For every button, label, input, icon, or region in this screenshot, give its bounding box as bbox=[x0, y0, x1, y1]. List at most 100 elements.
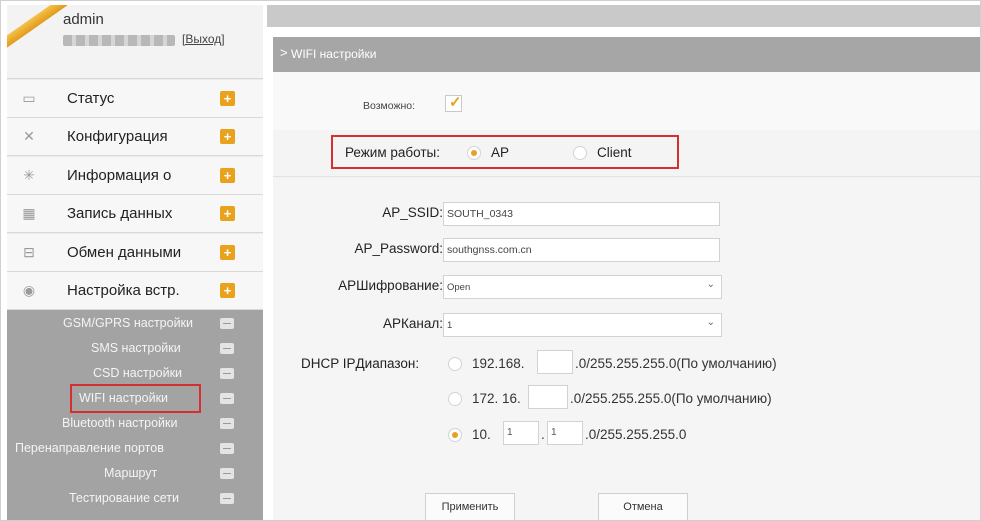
submenu-item-network-test[interactable]: Тестирование сети bbox=[7, 487, 263, 511]
mode-row: Режим работы: AP Client bbox=[273, 130, 980, 177]
channel-value: 1 bbox=[447, 320, 453, 331]
dhcp-192-octet-input[interactable] bbox=[537, 350, 573, 374]
collapse-minus-icon bbox=[220, 493, 234, 504]
sidebar-item-label: Запись данных bbox=[67, 205, 173, 222]
submenu-item-sms[interactable]: SMS настройки bbox=[7, 337, 263, 361]
encryption-select[interactable]: Open ⌄ bbox=[443, 275, 722, 299]
corner-ribbon-icon bbox=[7, 5, 67, 65]
dhcp-10-octet1-input[interactable]: 1 bbox=[503, 421, 539, 445]
submenu-item-label: Тестирование сети bbox=[69, 491, 180, 505]
sidebar-item-data-exchange[interactable]: ⊟ Обмен данными + bbox=[7, 234, 263, 272]
dhcp-172-suffix: .0/255.255.255.0(По умолчанию) bbox=[570, 391, 772, 406]
sidebar-item-data-recording[interactable]: ▦ Запись данных + bbox=[7, 195, 263, 233]
submenu-item-gsm-gprs[interactable]: GSM/GPRS настройки bbox=[7, 312, 263, 336]
submenu-item-label: GSM/GPRS настройки bbox=[63, 316, 194, 330]
chevron-down-icon: ⌄ bbox=[706, 279, 715, 290]
mode-highlight-box: Режим работы: AP Client bbox=[331, 135, 679, 169]
submenu-item-label: Маршрут bbox=[104, 466, 158, 480]
sidebar-item-label: Конфигурация bbox=[67, 128, 168, 145]
sidebar-item-embedded-settings[interactable]: ◉ Настройка встр. + bbox=[7, 272, 263, 310]
exchange-icon: ⊟ bbox=[23, 244, 35, 260]
submenu-item-label: CSD настройки bbox=[93, 366, 183, 380]
ssid-input[interactable]: SOUTH_0343 bbox=[443, 202, 720, 226]
sidebar: admin [Выход] ▭ Статус + ✕ Конфигурация … bbox=[7, 5, 263, 520]
collapse-minus-icon bbox=[220, 368, 234, 379]
app-window: admin [Выход] ▭ Статус + ✕ Конфигурация … bbox=[0, 0, 981, 521]
apply-button[interactable]: Применить bbox=[425, 493, 515, 520]
dhcp-radio-172[interactable] bbox=[448, 392, 462, 406]
mode-radio-client[interactable] bbox=[573, 146, 587, 160]
enable-checkbox[interactable]: ✓ bbox=[445, 94, 462, 112]
password-input[interactable]: southgnss.com.cn bbox=[443, 238, 720, 262]
dhcp-10-dot: . bbox=[541, 427, 545, 442]
sidebar-item-label: Обмен данными bbox=[67, 244, 182, 261]
expand-plus-icon[interactable]: + bbox=[220, 168, 235, 183]
username: admin bbox=[63, 11, 104, 28]
ssid-label: AP_SSID: bbox=[382, 205, 443, 220]
sidebar-item-label: Статус bbox=[67, 90, 115, 107]
dhcp-172-octet-input[interactable] bbox=[528, 385, 568, 409]
dhcp-radio-10[interactable] bbox=[448, 428, 462, 442]
expand-plus-icon[interactable]: + bbox=[220, 245, 235, 260]
enable-row: Возможно: ✓ bbox=[273, 72, 980, 130]
submenu-item-label: Bluetooth настройки bbox=[62, 416, 178, 430]
dhcp-10-octet2-input[interactable]: 1 bbox=[547, 421, 583, 445]
dhcp-label: DHCP IPДиапазон: bbox=[301, 356, 420, 371]
collapse-minus-icon bbox=[220, 393, 234, 404]
dhcp-radio-192[interactable] bbox=[448, 357, 462, 371]
sidebar-item-status[interactable]: ▭ Статус + bbox=[7, 80, 263, 118]
cancel-button[interactable]: Отмена bbox=[598, 493, 688, 520]
collapse-minus-icon bbox=[220, 468, 234, 479]
submenu-item-label: SMS настройки bbox=[91, 341, 181, 355]
submenu: GSM/GPRS настройки SMS настройки CSD нас… bbox=[7, 310, 263, 520]
submenu-item-csd[interactable]: CSD настройки bbox=[7, 362, 263, 386]
dhcp-172-prefix: 172. 16. bbox=[472, 391, 521, 406]
collapse-minus-icon bbox=[220, 418, 234, 429]
sidebar-item-configuration[interactable]: ✕ Конфигурация + bbox=[7, 118, 263, 156]
top-bar bbox=[267, 5, 980, 27]
mode-option-ap-label: AP bbox=[491, 145, 510, 160]
monitor-icon: ▭ bbox=[22, 90, 36, 106]
encryption-label: APШифрование: bbox=[338, 278, 443, 293]
expand-plus-icon[interactable]: + bbox=[220, 206, 235, 221]
mode-radio-ap[interactable] bbox=[467, 146, 481, 160]
channel-label: APКанал: bbox=[383, 316, 443, 331]
expand-plus-icon[interactable]: + bbox=[220, 129, 235, 144]
mode-option-client-label: Client bbox=[597, 145, 632, 160]
collapse-minus-icon bbox=[220, 443, 234, 454]
sidebar-item-label: Настройка встр. bbox=[67, 282, 180, 299]
sidebar-item-label: Информация о bbox=[67, 167, 172, 184]
sidebar-item-information[interactable]: ✳ Информация о + bbox=[7, 157, 263, 195]
user-panel: admin [Выход] bbox=[7, 5, 263, 79]
submenu-item-wifi[interactable]: WIFI настройки bbox=[7, 384, 263, 413]
submenu-item-bluetooth[interactable]: Bluetooth настройки bbox=[7, 412, 263, 436]
chevron-down-icon: ⌄ bbox=[706, 317, 715, 328]
submenu-item-label: WIFI настройки bbox=[79, 391, 169, 405]
mode-label: Режим работы: bbox=[345, 145, 440, 160]
expand-plus-icon[interactable]: + bbox=[220, 91, 235, 106]
password-label: AP_Password: bbox=[354, 241, 443, 256]
tools-icon: ✕ bbox=[23, 128, 35, 144]
expand-plus-icon[interactable]: + bbox=[220, 283, 235, 298]
submenu-item-label: Перенаправление портов bbox=[15, 441, 164, 455]
settings-form: AP_SSID: SOUTH_0343 AP_Password: southgn… bbox=[273, 178, 980, 520]
collapse-minus-icon bbox=[220, 318, 234, 329]
submenu-item-port-forwarding[interactable]: Перенаправление портов bbox=[7, 437, 263, 461]
encryption-value: Open bbox=[447, 282, 471, 293]
dhcp-10-prefix: 10. bbox=[472, 427, 491, 442]
enable-label: Возможно: bbox=[363, 100, 416, 112]
page-title: WIFI настройки bbox=[291, 47, 377, 61]
device-name-blurred bbox=[63, 35, 175, 46]
collapse-minus-icon bbox=[220, 343, 234, 354]
checkmark-icon: ✓ bbox=[449, 94, 462, 111]
gear-icon: ◉ bbox=[22, 282, 36, 298]
dhcp-192-suffix: .0/255.255.255.0(По умолчанию) bbox=[575, 356, 777, 371]
chevron-right-icon: > bbox=[280, 45, 288, 60]
wifi-settings-panel: > WIFI настройки Возможно: ✓ Режим работ… bbox=[273, 37, 980, 520]
calendar-icon: ▦ bbox=[22, 205, 36, 221]
channel-select[interactable]: 1 ⌄ bbox=[443, 313, 722, 337]
dhcp-10-suffix: .0/255.255.255.0 bbox=[585, 427, 687, 442]
submenu-item-route[interactable]: Маршрут bbox=[7, 462, 263, 486]
star-icon: ✳ bbox=[23, 167, 35, 183]
logout-link[interactable]: [Выход] bbox=[182, 32, 225, 46]
